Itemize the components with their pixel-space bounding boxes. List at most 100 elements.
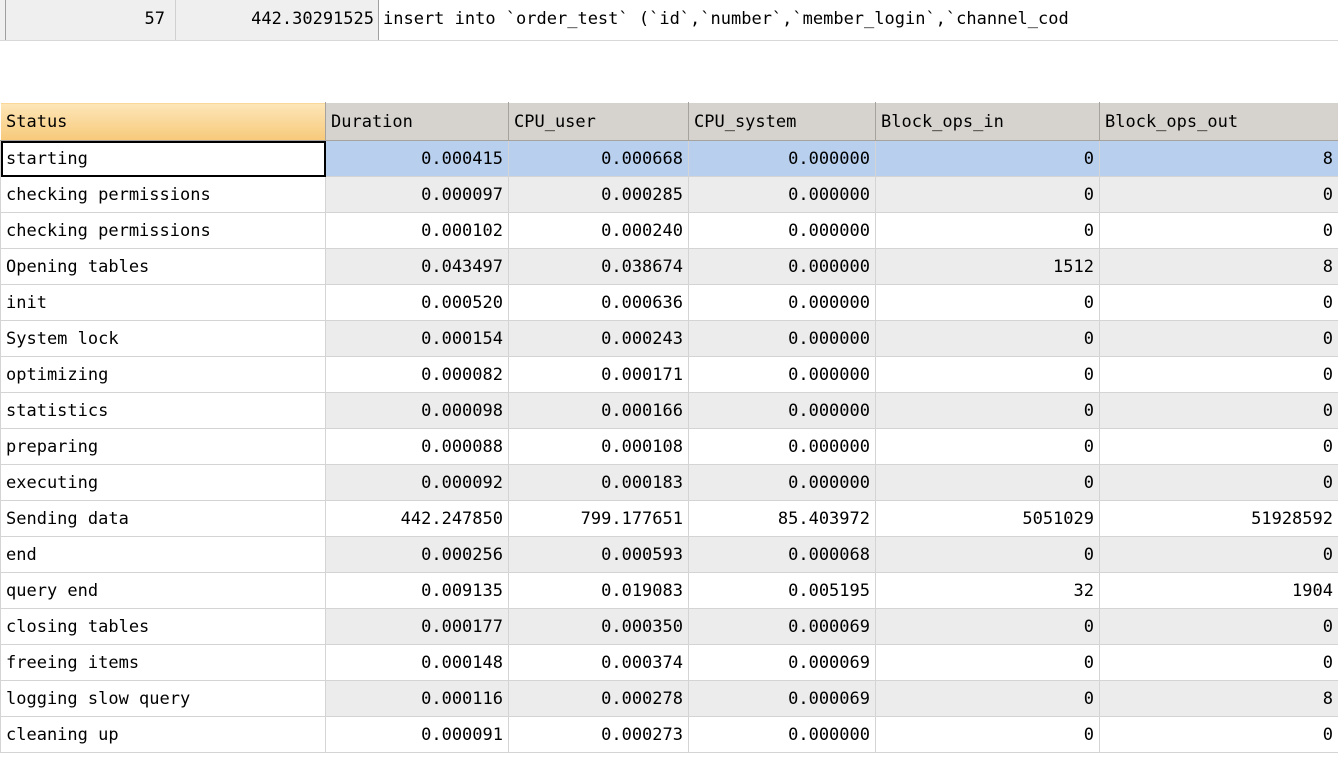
table-row[interactable]: checking permissions 0.000102 0.000240 0.00… <box>0 212 1338 249</box>
cell-cpu-user[interactable]: 0.038674 <box>508 248 689 285</box>
cell-cpu-system[interactable]: 85.403972 <box>688 500 876 537</box>
cell-block-ops-out[interactable]: 0 <box>1099 716 1338 753</box>
cell-block-ops-out[interactable]: 0 <box>1099 176 1338 213</box>
table-row[interactable]: executing 0.000092 0.000183 0.000000 0 0 <box>0 464 1338 501</box>
cell-status[interactable]: end <box>0 536 326 573</box>
cell-status[interactable]: logging slow query <box>0 680 326 717</box>
cell-status[interactable]: Sending data <box>0 500 326 537</box>
query-id-cell[interactable]: 57 <box>6 0 176 41</box>
cell-duration[interactable]: 0.000088 <box>325 428 509 465</box>
cell-cpu-user[interactable]: 0.000171 <box>508 356 689 393</box>
cell-cpu-system[interactable]: 0.000000 <box>688 140 876 177</box>
cell-cpu-user[interactable]: 0.000183 <box>508 464 689 501</box>
cell-duration[interactable]: 0.043497 <box>325 248 509 285</box>
cell-duration[interactable]: 0.009135 <box>325 572 509 609</box>
table-row[interactable]: optimizing 0.000082 0.000171 0.000000 0 0 <box>0 356 1338 393</box>
cell-block-ops-in[interactable]: 1512 <box>875 248 1100 285</box>
cell-cpu-user[interactable]: 0.000273 <box>508 716 689 753</box>
query-duration-cell[interactable]: 442.30291525 <box>176 0 379 41</box>
cell-status[interactable]: optimizing <box>0 356 326 393</box>
cell-cpu-user[interactable]: 0.000166 <box>508 392 689 429</box>
column-header-block-ops-out[interactable]: Block_ops_out <box>1099 102 1338 141</box>
table-row[interactable]: query end 0.009135 0.019083 0.005195 32 1904 <box>0 572 1338 609</box>
cell-block-ops-in[interactable]: 0 <box>875 392 1100 429</box>
cell-duration[interactable]: 0.000098 <box>325 392 509 429</box>
cell-status[interactable]: Opening tables <box>0 248 326 285</box>
table-row[interactable]: cleaning up 0.000091 0.000273 0.000000 0 0 <box>0 716 1338 753</box>
cell-cpu-system[interactable]: 0.000068 <box>688 536 876 573</box>
cell-block-ops-out[interactable]: 0 <box>1099 284 1338 321</box>
cell-cpu-system[interactable]: 0.000000 <box>688 428 876 465</box>
cell-cpu-system[interactable]: 0.000000 <box>688 716 876 753</box>
table-row[interactable]: freeing items 0.000148 0.000374 0.000069 0 0 <box>0 644 1338 681</box>
cell-cpu-user[interactable]: 0.019083 <box>508 572 689 609</box>
cell-cpu-user[interactable]: 0.000285 <box>508 176 689 213</box>
cell-duration[interactable]: 0.000116 <box>325 680 509 717</box>
column-header-cpu-system[interactable]: CPU_system <box>688 102 876 141</box>
table-row[interactable]: logging slow query 0.000116 0.000278 0.0000… <box>0 680 1338 717</box>
cell-block-ops-out[interactable]: 0 <box>1099 608 1338 645</box>
cell-cpu-system[interactable]: 0.000000 <box>688 248 876 285</box>
cell-block-ops-in[interactable]: 0 <box>875 284 1100 321</box>
cell-cpu-user[interactable]: 799.177651 <box>508 500 689 537</box>
cell-block-ops-out[interactable]: 8 <box>1099 140 1338 177</box>
cell-status[interactable]: System lock <box>0 320 326 357</box>
cell-status[interactable]: starting <box>0 140 326 177</box>
table-row[interactable]: preparing 0.000088 0.000108 0.000000 0 0 <box>0 428 1338 465</box>
cell-block-ops-in[interactable]: 0 <box>875 536 1100 573</box>
table-row[interactable]: checking permissions 0.000097 0.000285 0.00… <box>0 176 1338 213</box>
table-row[interactable]: starting 0.000415 0.000668 0.000000 0 8 <box>0 140 1338 177</box>
cell-block-ops-in[interactable]: 0 <box>875 428 1100 465</box>
cell-duration[interactable]: 0.000092 <box>325 464 509 501</box>
cell-status[interactable]: checking permissions <box>0 212 326 249</box>
cell-cpu-system[interactable]: 0.000069 <box>688 680 876 717</box>
cell-block-ops-in[interactable]: 0 <box>875 320 1100 357</box>
cell-block-ops-in[interactable]: 32 <box>875 572 1100 609</box>
cell-block-ops-out[interactable]: 0 <box>1099 356 1338 393</box>
cell-cpu-system[interactable]: 0.000069 <box>688 608 876 645</box>
cell-block-ops-out[interactable]: 0 <box>1099 536 1338 573</box>
table-row[interactable]: Sending data 442.247850 799.177651 85.40397… <box>0 500 1338 537</box>
cell-block-ops-in[interactable]: 0 <box>875 716 1100 753</box>
cell-block-ops-out[interactable]: 0 <box>1099 320 1338 357</box>
cell-block-ops-in[interactable]: 0 <box>875 464 1100 501</box>
cell-block-ops-out[interactable]: 0 <box>1099 464 1338 501</box>
cell-duration[interactable]: 0.000520 <box>325 284 509 321</box>
query-result-row[interactable]: 57 442.30291525 insert into `order_test`… <box>0 0 1338 41</box>
cell-block-ops-in[interactable]: 5051029 <box>875 500 1100 537</box>
cell-status[interactable]: checking permissions <box>0 176 326 213</box>
cell-cpu-user[interactable]: 0.000593 <box>508 536 689 573</box>
cell-cpu-system[interactable]: 0.000000 <box>688 464 876 501</box>
table-row[interactable]: System lock 0.000154 0.000243 0.000000 0 0 <box>0 320 1338 357</box>
column-header-block-ops-in[interactable]: Block_ops_in <box>875 102 1100 141</box>
cell-cpu-user[interactable]: 0.000374 <box>508 644 689 681</box>
cell-status[interactable]: statistics <box>0 392 326 429</box>
cell-duration[interactable]: 442.247850 <box>325 500 509 537</box>
column-header-duration[interactable]: Duration <box>325 102 509 141</box>
cell-cpu-user[interactable]: 0.000668 <box>508 140 689 177</box>
cell-cpu-system[interactable]: 0.000000 <box>688 392 876 429</box>
cell-block-ops-out[interactable]: 0 <box>1099 392 1338 429</box>
cell-duration[interactable]: 0.000097 <box>325 176 509 213</box>
cell-duration[interactable]: 0.000415 <box>325 140 509 177</box>
cell-block-ops-out[interactable]: 0 <box>1099 428 1338 465</box>
cell-duration[interactable]: 0.000102 <box>325 212 509 249</box>
cell-status[interactable]: cleaning up <box>0 716 326 753</box>
cell-block-ops-in[interactable]: 0 <box>875 212 1100 249</box>
cell-cpu-user[interactable]: 0.000243 <box>508 320 689 357</box>
cell-block-ops-in[interactable]: 0 <box>875 644 1100 681</box>
cell-cpu-user[interactable]: 0.000108 <box>508 428 689 465</box>
cell-duration[interactable]: 0.000082 <box>325 356 509 393</box>
column-header-status[interactable]: Status <box>0 102 326 141</box>
cell-status[interactable]: init <box>0 284 326 321</box>
query-text-cell[interactable]: insert into `order_test` (`id`,`number`,… <box>379 0 1338 41</box>
cell-cpu-system[interactable]: 0.000000 <box>688 284 876 321</box>
cell-cpu-user[interactable]: 0.000350 <box>508 608 689 645</box>
cell-cpu-system[interactable]: 0.000000 <box>688 176 876 213</box>
cell-cpu-system[interactable]: 0.005195 <box>688 572 876 609</box>
cell-duration[interactable]: 0.000177 <box>325 608 509 645</box>
cell-cpu-system[interactable]: 0.000000 <box>688 320 876 357</box>
cell-status[interactable]: freeing items <box>0 644 326 681</box>
table-row[interactable]: Opening tables 0.043497 0.038674 0.000000 15… <box>0 248 1338 285</box>
cell-status[interactable]: query end <box>0 572 326 609</box>
